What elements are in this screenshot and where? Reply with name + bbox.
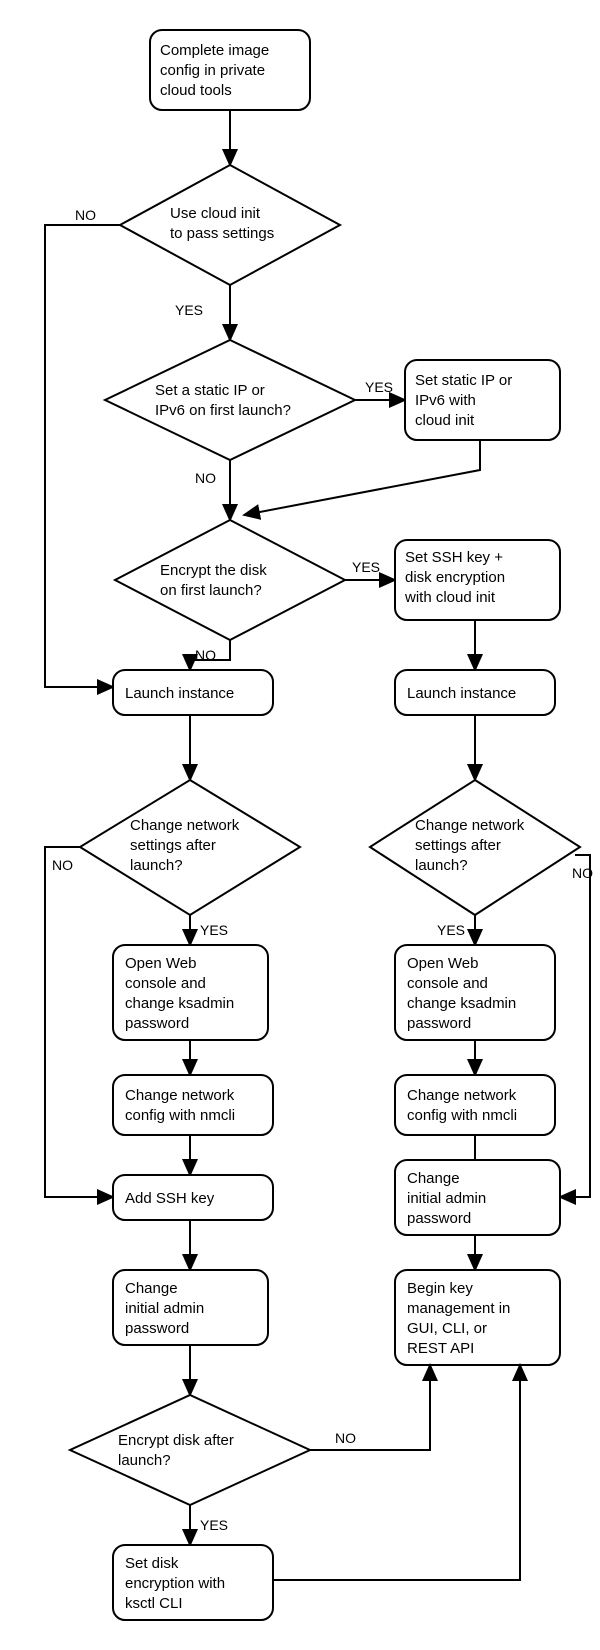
svg-text:Launch instance: Launch instance xyxy=(407,685,516,702)
edge-d1-no xyxy=(45,225,120,687)
svg-text:NO: NO xyxy=(195,470,216,486)
t: Complete image xyxy=(160,42,269,59)
node-nmL xyxy=(113,1075,273,1135)
edge-setip-merge xyxy=(244,440,480,515)
node-d3 xyxy=(115,520,345,640)
svg-text:YES: YES xyxy=(352,559,380,575)
svg-text:Add SSH key: Add SSH key xyxy=(125,1190,215,1207)
lbl-yes: YES xyxy=(175,302,203,318)
svg-text:NO: NO xyxy=(195,647,216,663)
lbl-no: NO xyxy=(75,207,96,223)
node-d2 xyxy=(105,340,355,460)
flowchart: Complete imageconfig in privatecloud too… xyxy=(0,0,600,1650)
svg-text:YES: YES xyxy=(200,1517,228,1533)
node-d5 xyxy=(70,1395,310,1505)
svg-text:YES: YES xyxy=(200,922,228,938)
svg-text:YES: YES xyxy=(365,379,393,395)
svg-text:NO: NO xyxy=(335,1430,356,1446)
svg-text:NO: NO xyxy=(52,857,73,873)
svg-text:Set SSH key +disk encryptionwi: Set SSH key +disk encryptionwith cloud i… xyxy=(404,549,505,606)
node-nmR xyxy=(395,1075,555,1135)
svg-text:Launch instance: Launch instance xyxy=(125,685,234,702)
svg-text:YES: YES xyxy=(437,922,465,938)
svg-text:NO: NO xyxy=(572,865,593,881)
